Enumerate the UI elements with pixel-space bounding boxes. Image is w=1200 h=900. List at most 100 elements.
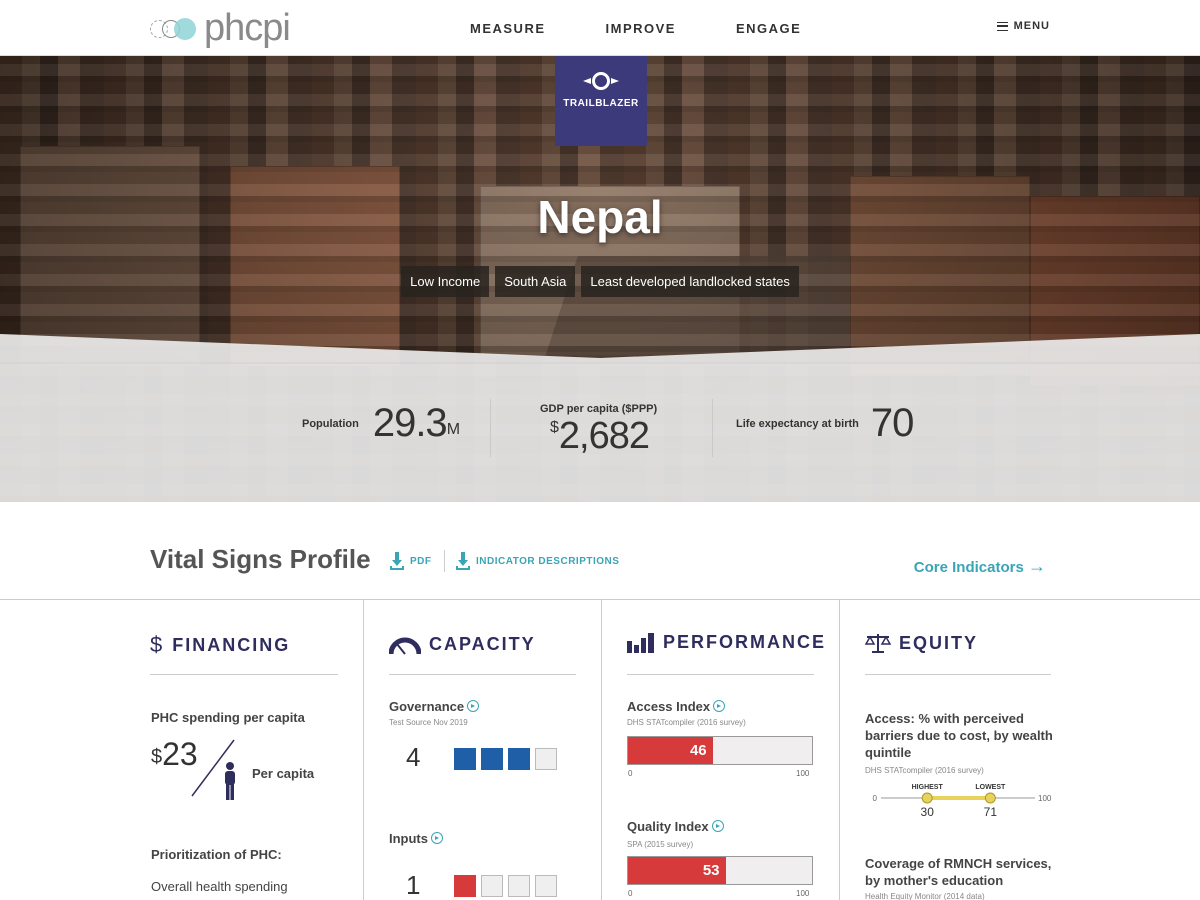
arrow-circle-icon xyxy=(713,700,726,712)
hamburger-icon xyxy=(996,21,1008,31)
divider xyxy=(865,674,1051,675)
population-unit: M xyxy=(446,420,461,438)
stat-life-expectancy: Life expectancy at birth 70 xyxy=(736,401,914,446)
equity-highest-label: HIGHEST xyxy=(912,784,944,791)
rating-square-empty xyxy=(508,875,530,897)
phcpi-logo[interactable]: phcpi xyxy=(150,7,291,49)
access-index-fill: 46 xyxy=(628,737,713,764)
scales-icon xyxy=(865,634,891,653)
profile-title: Vital Signs Profile xyxy=(150,544,371,574)
axis-min: 0 xyxy=(628,889,633,898)
per-capita-label: Per capita xyxy=(252,766,315,781)
dollar-icon: $ xyxy=(150,632,165,657)
gear-icon xyxy=(592,72,610,90)
equity-axis-min: 0 xyxy=(873,794,878,803)
quality-index-bar: 53 xyxy=(627,856,813,885)
financing-title: FINANCING xyxy=(172,634,291,655)
inputs-link[interactable]: Inputs xyxy=(389,831,443,846)
rating-square-empty xyxy=(481,875,503,897)
equity-column: EQUITY Access: % with perceived barriers… xyxy=(840,600,1200,900)
phc-spending-label: PHC spending per capita xyxy=(151,710,305,725)
logo-text: phcpi xyxy=(204,7,291,49)
financing-heading: $ FINANCING xyxy=(150,632,290,658)
quality-index-link[interactable]: Quality Index xyxy=(627,819,724,834)
financing-column: $ FINANCING PHC spending per capita $ 23… xyxy=(0,600,364,900)
pdf-label: PDF xyxy=(410,555,432,567)
inputs-label: Inputs xyxy=(389,831,428,846)
trailblazer-badge: TRAILBLAZER xyxy=(555,56,647,146)
equity-heading: EQUITY xyxy=(865,632,978,654)
core-indicators-label: Core Indicators xyxy=(913,559,1024,576)
nav-measure[interactable]: MEASURE xyxy=(470,21,546,36)
gdp-value: 2,682 xyxy=(558,415,650,457)
nav-engage[interactable]: ENGAGE xyxy=(736,21,801,36)
divider xyxy=(389,674,576,675)
capacity-column: CAPACITY Governance Test Source Nov 2019… xyxy=(364,600,602,900)
equity-access-source: DHS STATcompiler (2016 survey) xyxy=(865,766,984,775)
person-icon xyxy=(191,739,235,800)
capacity-heading: CAPACITY xyxy=(389,632,536,656)
life-label: Life expectancy at birth xyxy=(736,417,859,430)
access-index-bar: 46 xyxy=(627,736,813,765)
arrow-circle-icon xyxy=(431,832,443,844)
stat-gdp: GDP per capita ($PPP) $ 2,682 xyxy=(540,403,657,458)
prioritization-label: Prioritization of PHC: xyxy=(151,847,282,862)
gauge-icon xyxy=(389,637,421,655)
axis-max: 100 xyxy=(796,889,810,898)
indicator-label: INDICATOR DESCRIPTIONS xyxy=(476,555,620,567)
rating-square-empty xyxy=(535,875,557,897)
stat-divider xyxy=(490,399,491,457)
coverage-source: Health Equity Monitor (2014 data) xyxy=(865,892,985,900)
governance-source: Test Source Nov 2019 xyxy=(389,718,468,727)
tag-group[interactable]: Least developed landlocked states xyxy=(581,266,799,297)
governance-link[interactable]: Governance xyxy=(389,699,480,714)
equity-quintile-chart: 0 100 HIGHEST LOWEST 30 71 xyxy=(873,784,1052,819)
rating-square-filled xyxy=(508,748,530,770)
tag-region[interactable]: South Asia xyxy=(495,266,576,297)
profile-header: Vital Signs Profile PDF INDICATOR DESCRI… xyxy=(0,502,1200,600)
country-stats: Population 29.3 M GDP per capita ($PPP) … xyxy=(0,363,1200,502)
capacity-title: CAPACITY xyxy=(429,633,536,654)
performance-title: PERFORMANCE xyxy=(663,632,827,652)
tag-income[interactable]: Low Income xyxy=(401,266,490,297)
access-index-label: Access Index xyxy=(627,699,711,714)
population-value: 29.3 xyxy=(372,401,448,445)
quality-index-fill: 53 xyxy=(628,857,726,884)
divider xyxy=(627,674,814,675)
download-icon xyxy=(456,552,470,570)
access-index-link[interactable]: Access Index xyxy=(627,699,726,714)
equity-highest-point xyxy=(921,792,933,804)
menu-label: MENU xyxy=(1013,20,1050,32)
overall-spending-label: Overall health spending xyxy=(151,879,288,894)
pdf-download-link[interactable]: PDF xyxy=(390,552,432,570)
stat-population: Population 29.3 M xyxy=(302,401,460,446)
download-icon xyxy=(390,552,404,570)
performance-heading: PERFORMANCE xyxy=(627,632,826,653)
coverage-label: Coverage of RMNCH services, by mother's … xyxy=(865,856,1052,888)
equity-axis-max: 100 xyxy=(1038,794,1052,803)
link-divider xyxy=(444,550,445,572)
equity-lowest-label: LOWEST xyxy=(975,784,1006,791)
quality-index-source: SPA (2015 survey) xyxy=(627,840,694,849)
arrow-circle-icon xyxy=(467,700,480,712)
equity-access-label: Access: % with perceived barriers due to… xyxy=(865,711,1053,760)
nav-improve[interactable]: IMPROVE xyxy=(606,21,676,36)
core-indicators-link[interactable]: Core Indicators → xyxy=(914,556,1046,577)
menu-button[interactable]: MENU xyxy=(996,20,1050,32)
axis-max: 100 xyxy=(796,769,810,778)
performance-column: PERFORMANCE Access Index DHS STATcompile… xyxy=(602,600,840,900)
indicator-descriptions-link[interactable]: INDICATOR DESCRIPTIONS xyxy=(456,552,619,570)
arrow-right-icon: → xyxy=(1028,556,1046,576)
country-name: Nepal xyxy=(537,191,663,243)
rating-square-filled xyxy=(481,748,503,770)
stat-divider xyxy=(712,399,713,457)
axis-min: 0 xyxy=(628,769,633,778)
gdp-label: GDP per capita ($PPP) xyxy=(540,403,658,415)
equity-title: EQUITY xyxy=(899,632,979,653)
arrow-circle-icon xyxy=(711,820,724,832)
spending-currency: $ xyxy=(151,746,163,768)
population-label: Population xyxy=(302,417,359,430)
equity-lowest-value: 71 xyxy=(984,805,998,819)
main-nav: MEASURE IMPROVE ENGAGE xyxy=(470,0,801,56)
equity-lowest-point xyxy=(984,792,996,804)
